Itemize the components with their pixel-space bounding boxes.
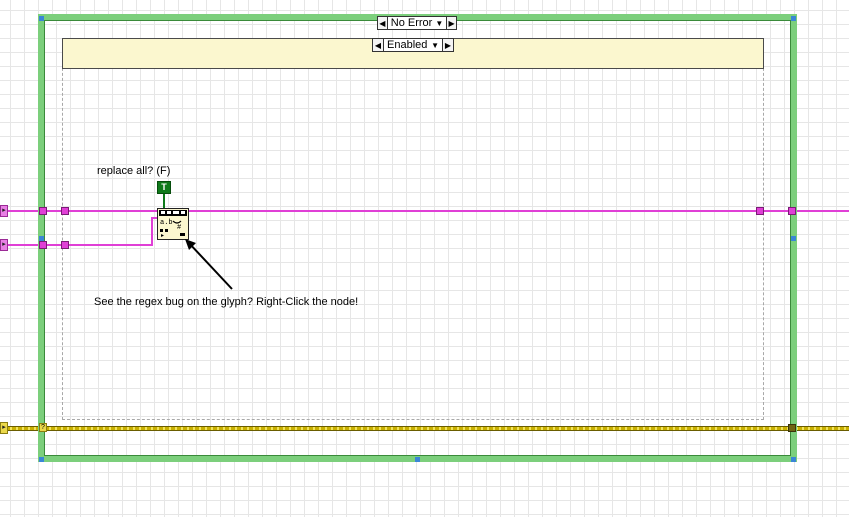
boolean-constant-label: replace all? (F) (97, 165, 171, 177)
svg-text:a.b: a.b (160, 219, 173, 227)
resize-handle-bottom-left[interactable] (39, 457, 44, 462)
case-tunnel-in-top[interactable] (39, 207, 47, 215)
input-terminal-string-1[interactable]: ▸ (0, 205, 8, 217)
svg-text:▸: ▸ (161, 233, 164, 239)
case-selector-label: No Error (390, 17, 433, 29)
resize-handle-bottom-mid[interactable] (415, 457, 420, 462)
error-tunnel-glyph: ? (41, 424, 45, 431)
case-prev-arrow-icon[interactable]: ◀ (378, 17, 388, 29)
resize-handle-top-right[interactable] (791, 16, 796, 21)
resize-handle-bottom-right[interactable] (791, 457, 796, 462)
disable-next-arrow-icon[interactable]: ▶ (442, 39, 453, 51)
resize-handle-right-mid[interactable] (791, 236, 796, 241)
resize-handle-top-left[interactable] (39, 16, 44, 21)
boolean-constant[interactable]: T (157, 181, 171, 194)
disable-tunnel-in-top[interactable] (61, 207, 69, 215)
case-dropdown-icon[interactable]: ▼ (435, 19, 446, 28)
disable-selector-label: Enabled (387, 39, 428, 51)
disable-prev-arrow-icon[interactable]: ◀ (373, 39, 384, 51)
svg-text:#: # (177, 224, 181, 232)
case-next-arrow-icon[interactable]: ▶ (446, 17, 456, 29)
case-selector[interactable]: ◀ No Error ▼ ▶ (377, 16, 457, 30)
case-tunnel-out-top[interactable] (788, 207, 796, 215)
case-tunnel-in-bottom[interactable] (39, 241, 47, 249)
error-wire-inside[interactable] (45, 426, 790, 431)
case-error-tunnel-in[interactable]: ? (39, 423, 47, 432)
annotation-text: See the regex bug on the glyph? Right-Cl… (94, 296, 359, 308)
input-terminal-string-2[interactable]: ▸ (0, 239, 8, 251)
disable-tunnel-in-bottom[interactable] (61, 241, 69, 249)
disable-dropdown-icon[interactable]: ▼ (431, 41, 442, 50)
disable-tunnel-out-top[interactable] (756, 207, 764, 215)
disable-selector[interactable]: ◀ Enabled ▼ ▶ (372, 38, 454, 52)
boolean-wire[interactable] (163, 194, 165, 208)
annotation-arrow-icon (185, 239, 233, 290)
input-terminal-error[interactable]: ▸ (0, 422, 8, 434)
case-error-tunnel-out[interactable] (788, 424, 796, 432)
